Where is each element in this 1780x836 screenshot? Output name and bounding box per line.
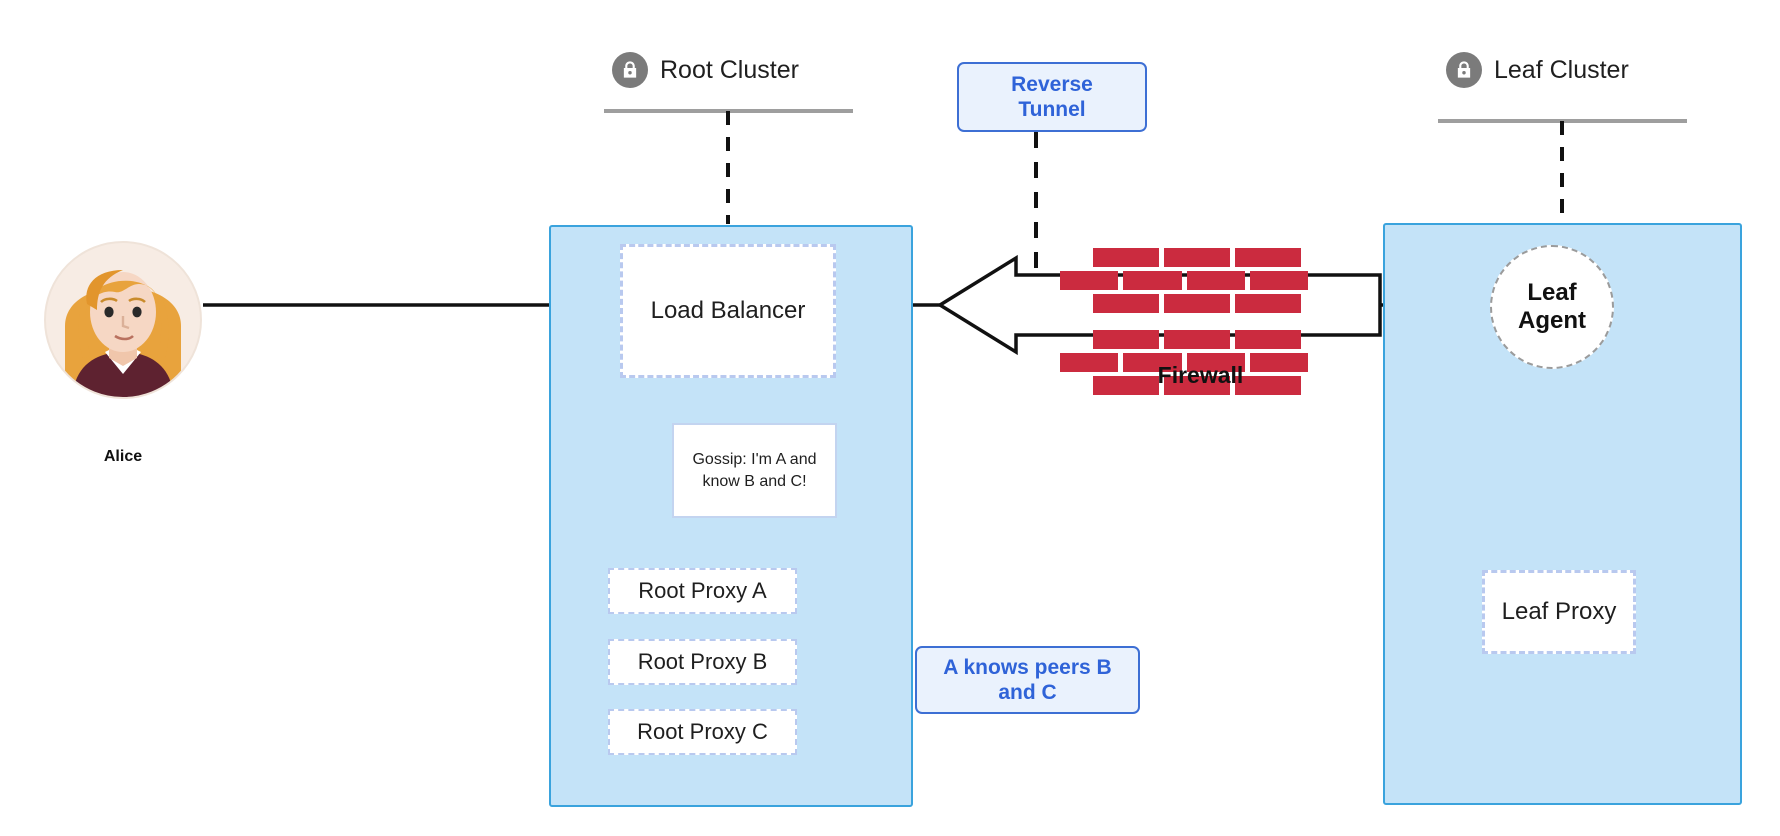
reverse-tunnel-line2: Tunnel bbox=[1018, 98, 1086, 121]
reverse-tunnel-callout: Reverse Tunnel bbox=[957, 62, 1147, 132]
leaf-cluster-label: Leaf Cluster bbox=[1494, 55, 1629, 84]
avatar bbox=[43, 240, 203, 399]
leaf-cluster-title: Leaf Cluster bbox=[1446, 52, 1629, 88]
root-cluster-label: Root Cluster bbox=[660, 55, 799, 84]
load-balancer-label: Load Balancer bbox=[650, 297, 806, 324]
gossip-note: Gossip: I'm A and know B and C! bbox=[672, 423, 837, 518]
user-avatar-icon bbox=[44, 241, 202, 399]
diagram-canvas: Alice Root Cluster Leaf Cluster Load Bal… bbox=[0, 0, 1780, 836]
root-proxy-c-node[interactable]: Root Proxy C bbox=[608, 709, 797, 755]
root-proxy-a-node[interactable]: Root Proxy A bbox=[608, 568, 797, 614]
peers-callout: A knows peers B and C bbox=[915, 646, 1140, 714]
avatar-label: Alice bbox=[103, 448, 143, 465]
peers-callout-line1: A knows peers B bbox=[943, 655, 1112, 679]
brick-row bbox=[1093, 294, 1308, 313]
lock-icon bbox=[1446, 52, 1482, 88]
leaf-agent-node[interactable]: Leaf Agent bbox=[1490, 245, 1614, 369]
root-proxy-b-label: Root Proxy B bbox=[637, 649, 768, 674]
brick-row bbox=[1093, 330, 1308, 349]
gossip-note-line1: Gossip: I'm A and bbox=[692, 450, 817, 468]
peers-callout-line2: and C bbox=[998, 681, 1057, 704]
root-proxy-c-label: Root Proxy C bbox=[637, 719, 768, 744]
root-proxy-b-node[interactable]: Root Proxy B bbox=[608, 639, 797, 685]
leaf-proxy-label: Leaf Proxy bbox=[1501, 598, 1617, 625]
brick-row bbox=[1093, 248, 1308, 267]
gossip-note-line2: know B and C! bbox=[702, 472, 807, 490]
leaf-proxy-node[interactable]: Leaf Proxy bbox=[1482, 570, 1636, 654]
leaf-agent-line2: Agent bbox=[1518, 307, 1586, 334]
root-cluster-title: Root Cluster bbox=[612, 52, 799, 88]
lock-icon bbox=[612, 52, 648, 88]
leaf-agent-line1: Leaf bbox=[1527, 279, 1577, 307]
root-proxy-a-label: Root Proxy A bbox=[638, 578, 767, 603]
brick-row bbox=[1060, 271, 1308, 290]
reverse-tunnel-line1: Reverse bbox=[1011, 72, 1093, 96]
firewall-label: Firewall bbox=[1157, 362, 1244, 388]
firewall-bricks-top bbox=[1060, 248, 1308, 313]
load-balancer-node[interactable]: Load Balancer bbox=[620, 244, 836, 378]
